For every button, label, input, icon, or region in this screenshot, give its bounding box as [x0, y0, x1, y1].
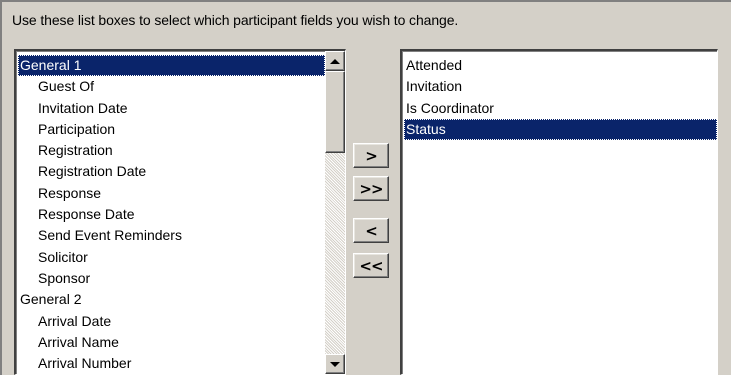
available-field-item[interactable]: General 1 [18, 55, 325, 77]
available-field-item[interactable]: Send Event Reminders [18, 225, 325, 246]
selected-fields-items: Attended Invitation Is Coordinator Status [404, 55, 717, 141]
available-field-item[interactable]: Registration [18, 140, 325, 161]
arrow-down-icon [330, 361, 340, 367]
arrow-up-icon [330, 58, 340, 64]
available-field-item[interactable]: Response Date [18, 204, 325, 225]
selected-fields-listbox[interactable]: Attended Invitation Is Coordinator Status [400, 49, 718, 375]
available-field-item[interactable]: Registration Date [18, 161, 325, 182]
available-fields-items: General 1 Guest Of Invitation Date Particip… [18, 55, 325, 374]
scroll-down-button[interactable] [325, 354, 345, 374]
available-field-item[interactable]: Participation [18, 119, 325, 140]
add-all-fields-button[interactable]: >> [353, 176, 389, 201]
available-field-item[interactable]: Invitation Date [18, 98, 325, 119]
available-field-item[interactable]: Arrival Name [18, 332, 325, 353]
available-fields-scrollbar[interactable] [325, 51, 345, 374]
scroll-up-button[interactable] [325, 51, 345, 71]
available-fields-listbox[interactable]: General 1 Guest Of Invitation Date Particip… [14, 49, 346, 375]
remove-field-button[interactable]: < [353, 218, 389, 243]
available-field-item[interactable]: Arrival Number [18, 353, 325, 374]
available-field-item[interactable]: Guest Of [18, 76, 325, 97]
selected-field-item[interactable]: Is Coordinator [404, 98, 717, 119]
selected-field-item[interactable]: Attended [404, 55, 717, 76]
available-field-item[interactable]: General 2 [18, 289, 325, 310]
available-field-item[interactable]: Solicitor [18, 247, 325, 268]
add-field-button[interactable]: > [353, 143, 389, 168]
selected-field-item[interactable]: Invitation [404, 76, 717, 97]
available-field-item[interactable]: Arrival Date [18, 311, 325, 332]
instruction-text: Use these list boxes to select which par… [12, 12, 459, 28]
scroll-thumb[interactable] [325, 71, 345, 153]
available-field-item[interactable]: Sponsor [18, 268, 325, 289]
selected-field-item[interactable]: Status [404, 118, 717, 141]
remove-all-fields-button[interactable]: << [353, 253, 389, 278]
available-field-item[interactable]: Response [18, 183, 325, 204]
